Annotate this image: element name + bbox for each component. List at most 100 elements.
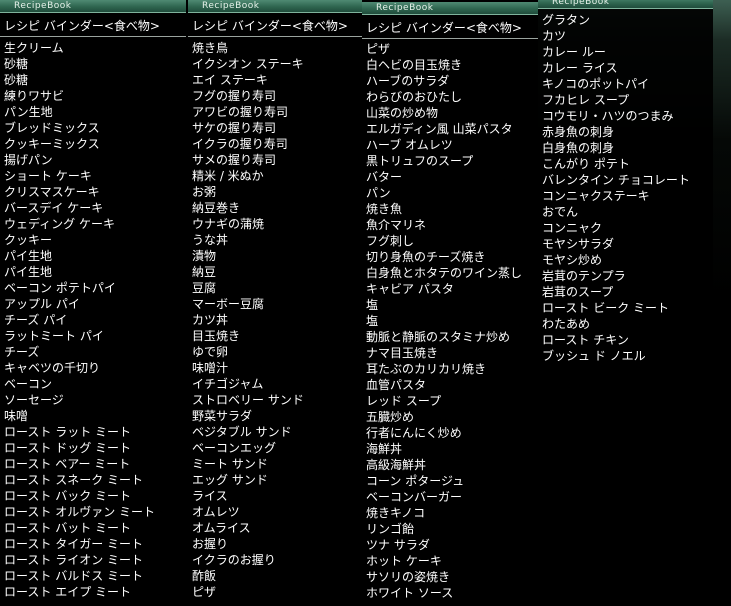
recipe-item[interactable]: モヤシ炒め (542, 252, 690, 268)
recipe-item[interactable]: 血管パスタ (366, 377, 522, 393)
recipe-item[interactable]: 豆腐 (192, 280, 304, 296)
recipe-item[interactable]: コンニャク (542, 220, 690, 236)
recipe-item[interactable]: 味噌 (4, 408, 155, 424)
recipe-item[interactable]: フカヒレ スープ (542, 92, 690, 108)
recipe-item[interactable]: カツ (542, 28, 690, 44)
recipe-item[interactable]: 山菜の炒め物 (366, 105, 522, 121)
recipe-item[interactable]: キノコのポットパイ (542, 76, 690, 92)
recipe-item[interactable]: 魚介マリネ (366, 217, 522, 233)
recipe-item[interactable]: 白身魚とホタテのワイン蒸し (366, 265, 522, 281)
recipe-item[interactable]: こんがり ポテト (542, 156, 690, 172)
recipe-item[interactable]: ロースト チキン (542, 332, 690, 348)
recipe-item[interactable]: 焼き鳥 (192, 40, 304, 56)
recipe-item[interactable]: ソーセージ (4, 392, 155, 408)
recipe-item[interactable]: モヤシサラダ (542, 236, 690, 252)
recipe-item[interactable]: 黒トリュフのスープ (366, 153, 522, 169)
recipe-item[interactable]: オムライス (192, 520, 304, 536)
recipe-item[interactable]: 砂糖 (4, 56, 155, 72)
recipe-item[interactable]: お粥 (192, 184, 304, 200)
recipe-item[interactable]: ウェディング ケーキ (4, 216, 155, 232)
recipe-item[interactable]: 高級海鮮丼 (366, 457, 522, 473)
recipe-item[interactable]: 精米 / 米ぬか (192, 168, 304, 184)
recipe-item[interactable]: ベーコン ポテトパイ (4, 280, 155, 296)
recipe-item[interactable]: ミート サンド (192, 456, 304, 472)
recipe-item[interactable]: コウモリ・ハツのつまみ (542, 108, 690, 124)
panel-titlebar[interactable]: RecipeBook (188, 0, 362, 13)
recipe-item[interactable]: ロースト タイガー ミート (4, 536, 155, 552)
recipe-item[interactable]: サケの握り寿司 (192, 120, 304, 136)
recipe-item[interactable]: ロースト ライオン ミート (4, 552, 155, 568)
recipe-item[interactable]: 目玉焼き (192, 328, 304, 344)
recipe-item[interactable]: ホット ケーキ (366, 553, 522, 569)
panel-titlebar[interactable]: RecipeBook (0, 0, 186, 13)
recipe-item[interactable]: パイ生地 (4, 264, 155, 280)
recipe-item[interactable]: ラットミート パイ (4, 328, 155, 344)
recipe-item[interactable]: わらびのおひたし (366, 89, 522, 105)
recipe-item[interactable]: サソリの姿焼き (366, 569, 522, 585)
recipe-item[interactable]: 動脈と静脈のスタミナ炒め (366, 329, 522, 345)
recipe-item[interactable]: おでん (542, 204, 690, 220)
recipe-item[interactable]: グラタン (542, 12, 690, 28)
recipe-item[interactable]: ナマ目玉焼き (366, 345, 522, 361)
recipe-item[interactable]: エルガディン風 山菜パスタ (366, 121, 522, 137)
recipe-item[interactable]: ロースト ベアー ミート (4, 456, 155, 472)
recipe-item[interactable]: ホワイト ソース (366, 585, 522, 601)
recipe-item[interactable]: 漬物 (192, 248, 304, 264)
recipe-item[interactable]: 生クリーム (4, 40, 155, 56)
recipe-item[interactable]: エッグ サンド (192, 472, 304, 488)
recipe-item[interactable]: ピザ (366, 41, 522, 57)
recipe-item[interactable]: 練りワサビ (4, 88, 155, 104)
recipe-item[interactable]: コーン ポタージュ (366, 473, 522, 489)
recipe-item[interactable]: フグの握り寿司 (192, 88, 304, 104)
recipe-item[interactable]: ロースト バット ミート (4, 520, 155, 536)
recipe-item[interactable]: ベジタブル サンド (192, 424, 304, 440)
recipe-item[interactable]: イクシオン ステーキ (192, 56, 304, 72)
recipe-item[interactable]: 納豆巻き (192, 200, 304, 216)
recipe-item[interactable]: 塩 (366, 313, 522, 329)
recipe-item[interactable]: イクラのお握り (192, 552, 304, 568)
recipe-item[interactable]: ロースト ラット ミート (4, 424, 155, 440)
recipe-item[interactable]: パン (366, 185, 522, 201)
recipe-item[interactable]: ロースト エイプ ミート (4, 584, 155, 600)
recipe-item[interactable]: ロースト バルドス ミート (4, 568, 155, 584)
recipe-item[interactable]: 岩茸のテンプラ (542, 268, 690, 284)
recipe-item[interactable]: 砂糖 (4, 72, 155, 88)
recipe-item[interactable]: ハーブのサラダ (366, 73, 522, 89)
recipe-item[interactable]: ベーコン (4, 376, 155, 392)
recipe-item[interactable]: レッド スープ (366, 393, 522, 409)
recipe-item[interactable]: 焼きキノコ (366, 505, 522, 521)
recipe-item[interactable]: ブッシュ ド ノエル (542, 348, 690, 364)
recipe-item[interactable]: イチゴジャム (192, 376, 304, 392)
recipe-item[interactable]: フグ刺し (366, 233, 522, 249)
recipe-item[interactable]: ウナギの蒲焼 (192, 216, 304, 232)
recipe-item[interactable]: オムレツ (192, 504, 304, 520)
recipe-item[interactable]: 行者にんにく炒め (366, 425, 522, 441)
recipe-item[interactable]: キャビア パスタ (366, 281, 522, 297)
recipe-item[interactable]: クッキーミックス (4, 136, 155, 152)
recipe-item[interactable]: アワビの握り寿司 (192, 104, 304, 120)
recipe-item[interactable]: イクラの握り寿司 (192, 136, 304, 152)
recipe-item[interactable]: 岩茸のスープ (542, 284, 690, 300)
recipe-item[interactable]: バースデイ ケーキ (4, 200, 155, 216)
recipe-item[interactable]: 耳たぶのカリカリ焼き (366, 361, 522, 377)
panel-titlebar[interactable]: RecipeBook (362, 2, 538, 15)
recipe-item[interactable]: ロースト ドッグ ミート (4, 440, 155, 456)
recipe-item[interactable]: ストロベリー サンド (192, 392, 304, 408)
recipe-item[interactable]: チーズ (4, 344, 155, 360)
recipe-item[interactable]: ピザ (192, 584, 304, 600)
recipe-item[interactable]: エイ ステーキ (192, 72, 304, 88)
recipe-item[interactable]: 白身魚の刺身 (542, 140, 690, 156)
recipe-item[interactable]: パン生地 (4, 104, 155, 120)
recipe-item[interactable]: うな丼 (192, 232, 304, 248)
recipe-item[interactable]: ロースト ビーク ミート (542, 300, 690, 316)
recipe-item[interactable]: 味噌汁 (192, 360, 304, 376)
recipe-item[interactable]: 納豆 (192, 264, 304, 280)
recipe-item[interactable]: カレー ルー (542, 44, 690, 60)
recipe-item[interactable]: ロースト バック ミート (4, 488, 155, 504)
recipe-item[interactable]: 海鮮丼 (366, 441, 522, 457)
recipe-item[interactable]: コンニャクステーキ (542, 188, 690, 204)
recipe-item[interactable]: カレー ライス (542, 60, 690, 76)
recipe-item[interactable]: 焼き魚 (366, 201, 522, 217)
recipe-item[interactable]: ゆで卵 (192, 344, 304, 360)
recipe-item[interactable]: ベーコンバーガー (366, 489, 522, 505)
